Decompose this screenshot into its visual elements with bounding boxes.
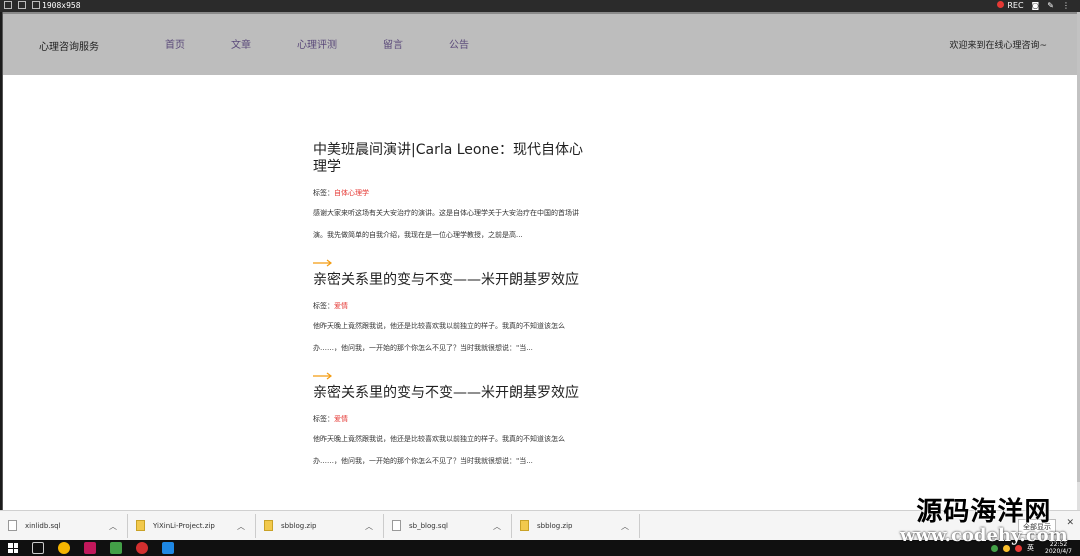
chevron-up-icon[interactable]: ︿ [621, 521, 629, 532]
start-icon[interactable] [8, 543, 18, 553]
post-title[interactable]: 中美班晨间演讲|Carla Leone：现代自体心理学 [313, 142, 588, 176]
site-navbar: 心理咨询服务 首页 文章 心理评测 留言 公告 欢迎来到在线心理咨询~ [3, 12, 1077, 75]
record-app-icon[interactable] [136, 542, 148, 554]
rec-indicator[interactable]: REC [997, 1, 1024, 10]
app-icon[interactable] [110, 542, 122, 554]
zip-file-icon [136, 520, 145, 531]
chevron-up-icon[interactable]: ︿ [109, 521, 117, 532]
post-item: 亲密关系里的变与不变——米开朗基罗效应 标签：爱情 他昨天晚上竟然跟我说，他还是… [313, 385, 588, 472]
task-view-icon[interactable] [32, 542, 44, 554]
post-item: 中美班晨间演讲|Carla Leone：现代自体心理学 标签：自体心理学 感谢大… [313, 142, 588, 272]
chevron-up-icon[interactable]: ︿ [237, 521, 245, 532]
file-icon [8, 520, 17, 531]
post-tag[interactable]: 爱情 [334, 415, 348, 423]
window-icon[interactable] [18, 1, 26, 9]
nav-link-notices[interactable]: 公告 [449, 36, 469, 51]
post-tag-line: 标签：爱情 [313, 302, 348, 310]
nav-links: 首页 文章 心理评测 留言 公告 [165, 36, 515, 51]
read-more-arrow-icon[interactable] [313, 254, 588, 272]
site-brand[interactable]: 心理咨询服务 [39, 38, 99, 53]
pen-icon[interactable]: ✎ [1047, 1, 1054, 10]
nav-link-messages[interactable]: 留言 [383, 36, 403, 51]
welcome-text: 欢迎来到在线心理咨询~ [949, 41, 1047, 51]
post-item: 亲密关系里的变与不变——米开朗基罗效应 标签：爱情 他昨天晚上竟然跟我说，他还是… [313, 272, 588, 385]
post-list: 中美班晨间演讲|Carla Leone：现代自体心理学 标签：自体心理学 感谢大… [313, 142, 588, 472]
download-item[interactable]: YiXinLi-Project.zip ︿ [128, 513, 256, 538]
nav-link-articles[interactable]: 文章 [231, 36, 251, 51]
download-item[interactable]: sbblog.zip ︿ [512, 513, 640, 538]
post-excerpt: 感谢大家来听这场有关大安治疗的演讲。这是自体心理学关于大安治疗在中国的首场讲演。… [313, 209, 579, 239]
menu-icon[interactable] [4, 1, 12, 9]
zip-file-icon [520, 520, 529, 531]
chevron-up-icon[interactable]: ︿ [493, 521, 501, 532]
post-tag[interactable]: 自体心理学 [334, 189, 369, 197]
post-tag[interactable]: 爱情 [334, 302, 348, 310]
post-excerpt: 他昨天晚上竟然跟我说，他还是比较喜欢我以前独立的样子。我真的不知道该怎么办……，… [313, 435, 565, 465]
more-icon[interactable]: ⋮ [1062, 1, 1070, 10]
nav-link-home[interactable]: 首页 [165, 36, 185, 51]
record-icon [997, 1, 1005, 8]
post-excerpt: 他昨天晚上竟然跟我说，他还是比较喜欢我以前独立的样子。我真的不知道该怎么办……，… [313, 322, 565, 352]
post-title[interactable]: 亲密关系里的变与不变——米开朗基罗效应 [313, 385, 588, 402]
camera-icon[interactable]: ◙ [1032, 1, 1040, 10]
download-item[interactable]: sb_blog.sql ︿ [384, 513, 512, 538]
chrome-icon[interactable] [58, 542, 70, 554]
chevron-up-icon[interactable]: ︿ [365, 521, 373, 532]
post-tag-line: 标签：自体心理学 [313, 189, 369, 197]
zip-file-icon [264, 520, 273, 531]
watermark: 源码海洋网 www.codehy.com [900, 497, 1068, 546]
ide-icon[interactable] [84, 542, 96, 554]
recorder-toolbar: 1908x958 REC ◙ ✎ ⋮ [0, 0, 1080, 12]
download-item[interactable]: sbblog.zip ︿ [256, 513, 384, 538]
cloud-icon[interactable] [162, 542, 174, 554]
file-icon [392, 520, 401, 531]
read-more-arrow-icon[interactable] [313, 367, 588, 385]
nav-link-tests[interactable]: 心理评测 [297, 36, 337, 51]
download-item[interactable]: xinlidb.sql ︿ [0, 513, 128, 538]
post-title[interactable]: 亲密关系里的变与不变——米开朗基罗效应 [313, 272, 588, 289]
file-icon[interactable] [32, 1, 40, 9]
post-tag-line: 标签：爱情 [313, 415, 348, 423]
browser-viewport: 心理咨询服务 首页 文章 心理评测 留言 公告 欢迎来到在线心理咨询~ 中美班晨… [2, 12, 1077, 510]
resolution-label: 1908x958 [42, 1, 81, 10]
